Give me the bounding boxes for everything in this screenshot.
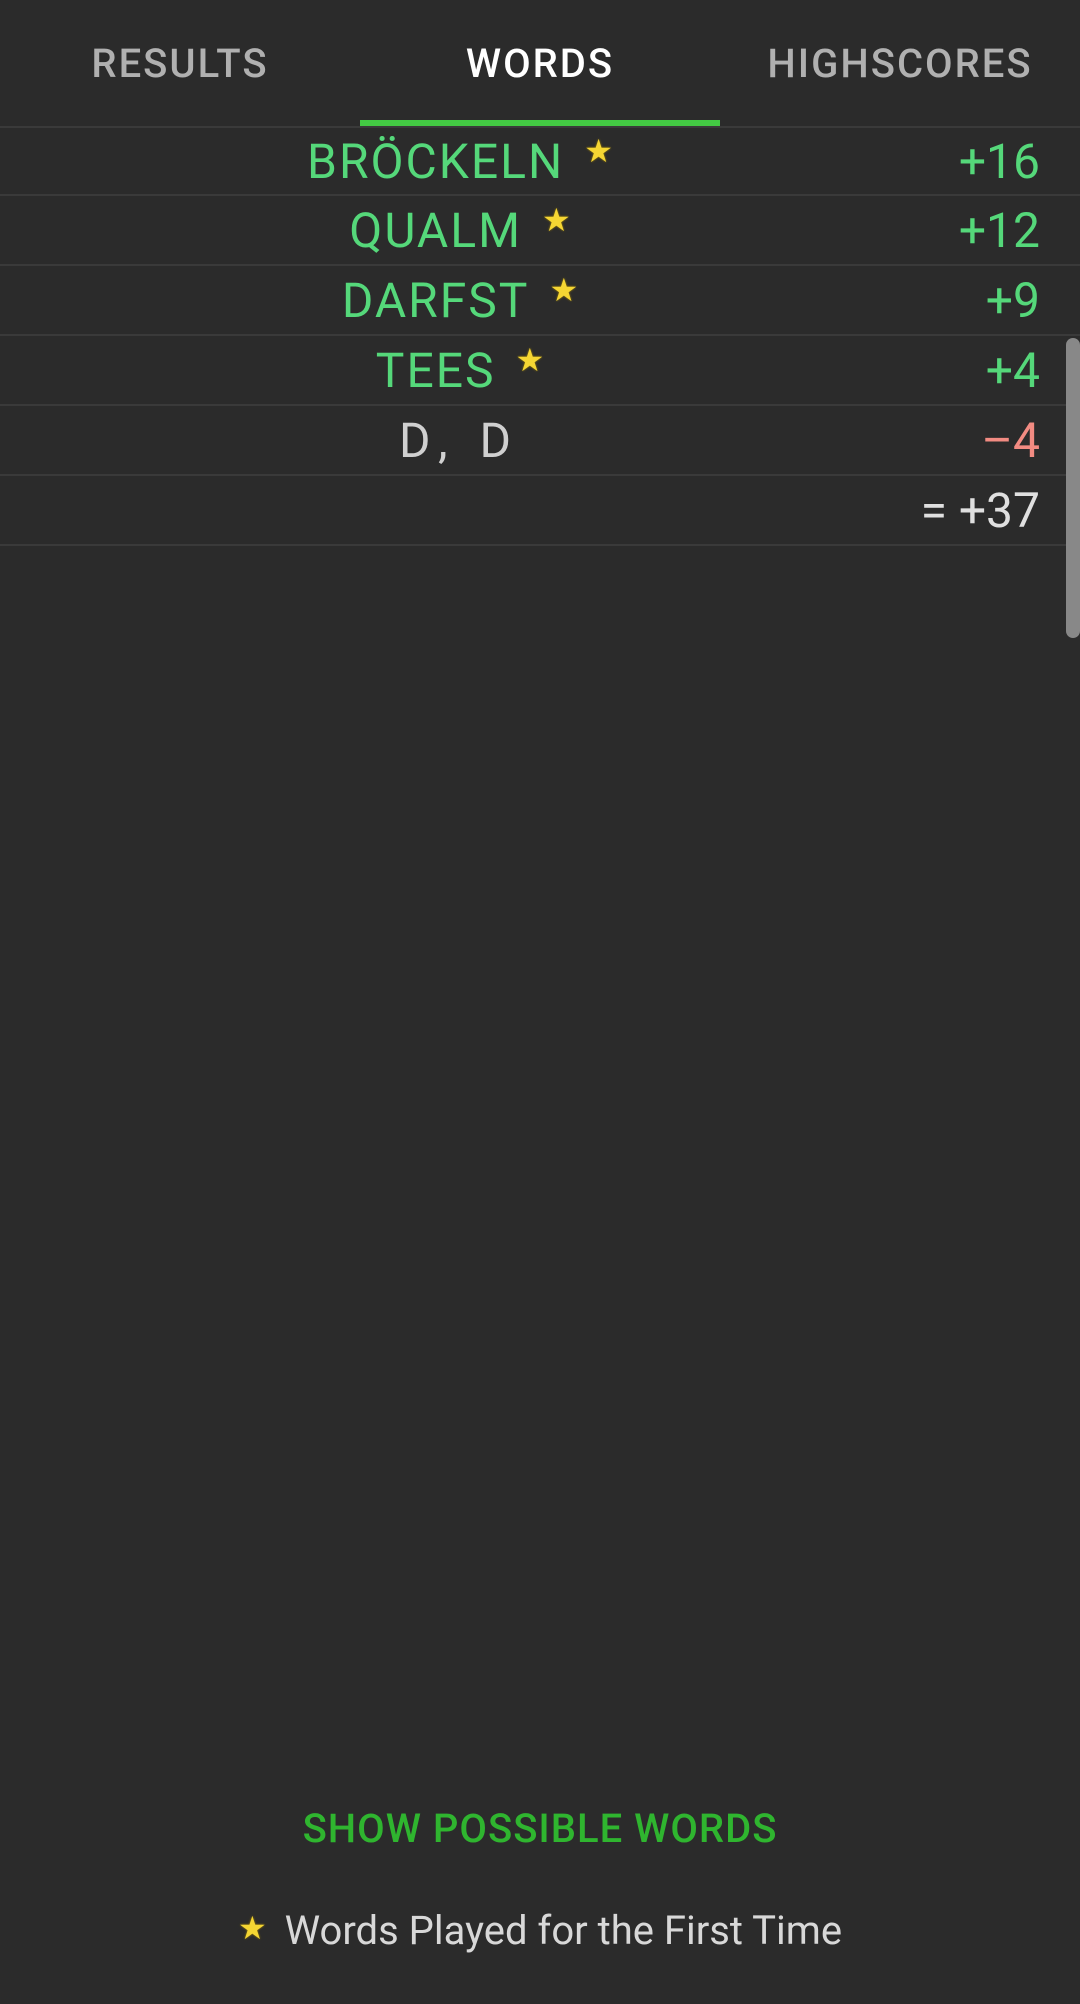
tab-bar: RESULTS WORDS HIGHSCORES	[0, 0, 1080, 126]
word-cell: BRÖCKELN ★	[0, 133, 920, 190]
tab-label: RESULTS	[91, 40, 268, 87]
star-icon: ★	[549, 271, 578, 309]
scrollbar-thumb[interactable]	[1066, 338, 1080, 638]
word-cell: QUALM ★	[0, 202, 920, 259]
tab-highscores[interactable]: HIGHSCORES	[720, 0, 1080, 126]
tab-label: WORDS	[466, 40, 614, 87]
word-row[interactable]: D, D –4	[0, 406, 1080, 476]
word-text: BRÖCKELN	[307, 133, 564, 190]
word-score: –4	[920, 412, 1040, 469]
total-row: = +37	[0, 476, 1080, 546]
star-icon: ★	[542, 201, 571, 239]
legend: ★ Words Played for the First Time	[238, 1907, 842, 1954]
word-cell: DARFST ★	[0, 272, 920, 329]
word-score: +12	[920, 202, 1040, 259]
tab-label: HIGHSCORES	[767, 40, 1032, 87]
word-text: QUALM	[349, 202, 522, 259]
word-text: TEES	[376, 342, 496, 399]
word-score: +9	[920, 272, 1040, 329]
bottom-area: SHOW POSSIBLE WORDS ★ Words Played for t…	[0, 1805, 1080, 2004]
word-row[interactable]: DARFST ★ +9	[0, 266, 1080, 336]
word-text: DARFST	[342, 272, 530, 329]
word-cell: D, D	[0, 412, 920, 469]
word-row[interactable]: TEES ★ +4	[0, 336, 1080, 406]
word-score: +16	[920, 133, 1040, 190]
show-possible-label: SHOW POSSIBLE WORDS	[303, 1805, 778, 1852]
star-icon: ★	[238, 1909, 267, 1947]
star-icon: ★	[516, 341, 545, 379]
tab-results[interactable]: RESULTS	[0, 0, 360, 126]
word-score: +4	[920, 342, 1040, 399]
word-row[interactable]: BRÖCKELN ★ +16	[0, 126, 1080, 196]
word-cell: TEES ★	[0, 342, 920, 399]
tab-words[interactable]: WORDS	[360, 0, 720, 126]
star-icon: ★	[584, 132, 613, 170]
total-score: = +37	[920, 482, 1040, 539]
word-list: BRÖCKELN ★ +16 QUALM ★ +12 DARFST ★ +9 T…	[0, 126, 1080, 546]
legend-text: Words Played for the First Time	[285, 1907, 842, 1954]
show-possible-button[interactable]: SHOW POSSIBLE WORDS	[303, 1805, 778, 1852]
word-text: D, D	[399, 412, 521, 469]
word-row[interactable]: QUALM ★ +12	[0, 196, 1080, 266]
